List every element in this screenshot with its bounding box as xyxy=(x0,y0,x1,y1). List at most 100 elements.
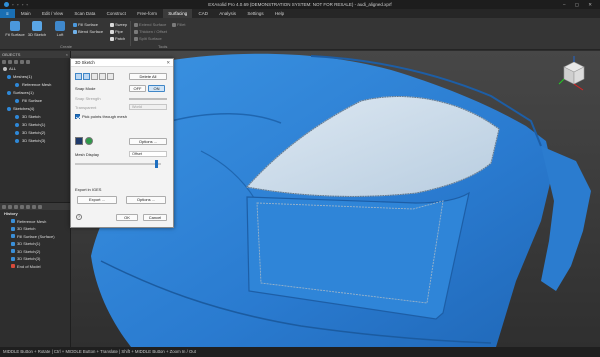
slider-handle[interactable] xyxy=(155,160,158,168)
visibility-icon[interactable] xyxy=(7,107,11,111)
toolbar-icon[interactable] xyxy=(8,59,12,64)
menu-settings[interactable]: Settings xyxy=(242,9,268,18)
sketch-3d-button[interactable]: 3D Sketch xyxy=(27,21,47,37)
history-end-of-model[interactable]: End of Model xyxy=(0,263,70,271)
split-surface-button[interactable]: Split Surface xyxy=(134,36,162,41)
transparent-select[interactable]: World xyxy=(129,104,167,110)
dialog-title: 3D Sketch xyxy=(75,60,95,65)
panel-close-icon[interactable]: × xyxy=(66,51,68,58)
mesh-display-slider[interactable] xyxy=(75,163,161,165)
history-item[interactable]: Reference Mesh xyxy=(0,218,70,226)
edit-tool-icon[interactable] xyxy=(99,73,106,80)
visibility-icon[interactable] xyxy=(15,115,19,119)
visibility-icon[interactable] xyxy=(15,123,19,127)
sweep-button[interactable]: Sweep xyxy=(110,22,127,27)
mesh-display-select[interactable]: Offset xyxy=(129,151,167,157)
menu-analysis[interactable]: Analysis xyxy=(214,9,241,18)
loft-button[interactable]: Loft xyxy=(50,21,70,37)
extend-surface-button[interactable]: Extend Surface xyxy=(134,22,166,27)
history-toolbar xyxy=(0,203,70,210)
tree-item-3d-sketch-1[interactable]: 3D Sketch(1) xyxy=(0,121,70,129)
menu-scan-data[interactable]: Scan Data xyxy=(69,9,100,18)
visibility-icon[interactable] xyxy=(7,91,11,95)
mesh-color-swatch[interactable] xyxy=(75,137,83,145)
tree-item-surfaces[interactable]: Surfaces(1) xyxy=(0,89,70,97)
visibility-icon[interactable] xyxy=(15,139,19,143)
delete-all-button[interactable]: Delete All xyxy=(129,73,167,80)
tree-item-3d-sketch-3[interactable]: 3D Sketch(3) xyxy=(0,137,70,145)
toolbar-icon[interactable] xyxy=(26,59,30,64)
ribbon-group-create: Create xyxy=(60,44,73,49)
menu-construct[interactable]: Construct xyxy=(102,9,131,18)
objects-panel: OBJECTS × ALL Meshes(1) Reference Mesh S… xyxy=(0,51,71,202)
snap-off-button[interactable]: OFF xyxy=(129,85,146,92)
toolbar-icon[interactable] xyxy=(26,204,30,209)
menu-edit-view[interactable]: Edit / View xyxy=(37,9,68,18)
toolbar-icon[interactable] xyxy=(8,204,12,209)
ribbon-separator xyxy=(130,21,131,46)
history-feature-icon xyxy=(11,249,15,254)
fillet-button[interactable]: Fillet xyxy=(172,22,185,27)
history-item[interactable]: 3D Sketch(1) xyxy=(0,240,70,248)
menu-help[interactable]: Help xyxy=(270,9,289,18)
toolbar-icon[interactable] xyxy=(20,59,24,64)
menu-surfacing[interactable]: Surfacing xyxy=(163,9,193,18)
sphere-display-icon[interactable] xyxy=(85,137,93,145)
pick-points-checkbox[interactable] xyxy=(75,114,80,119)
options-button[interactable]: Options ... xyxy=(129,138,167,145)
history-item[interactable]: 3D Sketch(2) xyxy=(0,248,70,256)
tree-item-fill-surface[interactable]: Fill Surface xyxy=(0,97,70,105)
fit-surface-button[interactable]: Fit Surface xyxy=(5,21,25,37)
pick-points-label: Pick points through mesh xyxy=(82,114,127,119)
visibility-icon[interactable] xyxy=(3,67,7,71)
menu-main[interactable]: Main xyxy=(16,9,36,18)
snap-on-button[interactable]: ON xyxy=(148,85,165,92)
export-button[interactable]: Export ... xyxy=(77,196,117,204)
thicken-offset-icon xyxy=(134,29,138,34)
menu-cad[interactable]: CAD xyxy=(194,9,214,18)
toolbar-icon[interactable] xyxy=(20,204,24,209)
arc-tool-icon[interactable] xyxy=(91,73,98,80)
history-item[interactable]: 3D Sketch xyxy=(0,225,70,233)
history-item[interactable]: Fill Surface (Surface) xyxy=(0,233,70,241)
export-options-button[interactable]: Options ... xyxy=(126,196,166,204)
visibility-icon[interactable] xyxy=(15,83,19,87)
toolbar-icon[interactable] xyxy=(14,59,18,64)
tree-item-reference-mesh[interactable]: Reference Mesh xyxy=(0,81,70,89)
mesh-display-label: Mesh Display xyxy=(75,152,100,157)
split-tool-icon[interactable] xyxy=(107,73,114,80)
menu-bar: ≡ Main Edit / View Scan Data Construct F… xyxy=(0,9,600,18)
dialog-close-icon[interactable]: ✕ xyxy=(166,59,170,67)
toolbar-icon[interactable] xyxy=(2,59,6,64)
ok-button[interactable]: OK xyxy=(116,214,138,221)
snap-strength-slider[interactable] xyxy=(129,98,167,100)
tree-item-sketches[interactable]: Sketches(4) xyxy=(0,105,70,113)
patch-button[interactable]: Patch xyxy=(110,36,125,41)
history-feature-icon xyxy=(11,241,15,246)
tree-item-meshes[interactable]: Meshes(1) xyxy=(0,73,70,81)
menu-file-icon[interactable]: ≡ xyxy=(0,9,15,18)
history-item[interactable]: 3D Sketch(3) xyxy=(0,255,70,263)
visibility-icon[interactable] xyxy=(15,131,19,135)
thicken-offset-button[interactable]: Thicken / Offset xyxy=(134,29,167,34)
visibility-icon[interactable] xyxy=(7,75,11,79)
tree-item-3d-sketch[interactable]: 3D Sketch xyxy=(0,113,70,121)
snap-mode-label: Snap Mode xyxy=(75,86,96,91)
tree-item-all[interactable]: ALL xyxy=(0,65,70,73)
toolbar-icon[interactable] xyxy=(14,204,18,209)
toolbar-icon[interactable] xyxy=(38,204,42,209)
blend-surface-button[interactable]: Blend Surface xyxy=(73,29,103,34)
cancel-button[interactable]: Cancel xyxy=(143,214,167,221)
fill-surface-button[interactable]: Fill Surface xyxy=(73,22,98,27)
window-controls[interactable]: – ▢ ✕ xyxy=(563,0,596,9)
toolbar-icon[interactable] xyxy=(32,204,36,209)
line-tool-icon[interactable] xyxy=(75,73,82,80)
pipe-button[interactable]: Pipe xyxy=(110,29,123,34)
help-icon[interactable]: ? xyxy=(76,214,82,220)
curve-tool-icon[interactable] xyxy=(83,73,90,80)
tree-item-3d-sketch-2[interactable]: 3D Sketch(2) xyxy=(0,129,70,137)
toolbar-icon[interactable] xyxy=(2,204,6,209)
visibility-icon[interactable] xyxy=(15,99,19,103)
menu-free-form[interactable]: Free-form xyxy=(132,9,162,18)
dialog-title-bar[interactable]: 3D Sketch ✕ xyxy=(71,59,173,67)
